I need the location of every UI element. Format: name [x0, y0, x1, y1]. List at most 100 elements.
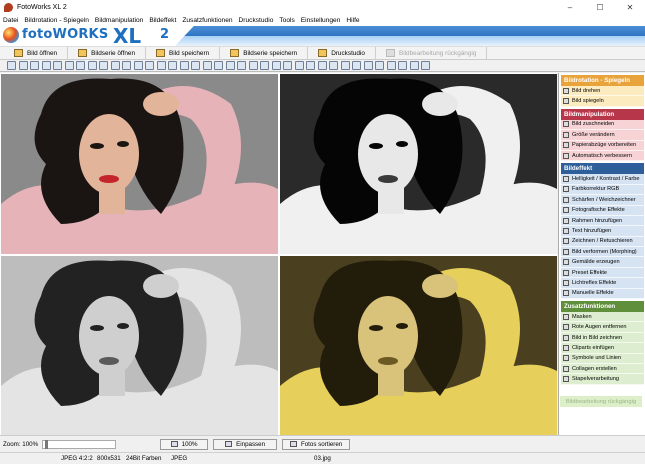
tool-icon[interactable]: [283, 61, 292, 70]
tool-icon[interactable]: [41, 61, 51, 70]
photo-black-white[interactable]: [280, 74, 557, 254]
photo-pink-tint[interactable]: [1, 74, 278, 254]
sidebar-item-label: Rote Augen entfernen: [572, 324, 627, 331]
sidebar-item-label: Preset Effekte: [572, 269, 608, 276]
sidebar-item[interactable]: Farbkorrektur RGB: [561, 184, 644, 196]
save-series-icon: [230, 49, 240, 57]
tool-icon[interactable]: [179, 61, 189, 70]
sidebar-item[interactable]: Größe verändern: [561, 130, 644, 141]
sidebar-item[interactable]: Symbole und Linien: [561, 353, 644, 364]
open-series-button[interactable]: Bildserie öffnen: [68, 47, 147, 59]
close-button[interactable]: ✕: [615, 0, 645, 14]
menu-bildeffekt[interactable]: Bildeffekt: [146, 17, 179, 24]
sidebar-item[interactable]: Bild spiegeln: [561, 96, 644, 107]
tool-icon[interactable]: [133, 61, 143, 70]
tool-icon[interactable]: [156, 61, 166, 70]
folder-icon: [14, 49, 23, 57]
tool-icon[interactable]: [76, 61, 85, 70]
logo-brand-foto: foto: [22, 27, 53, 42]
tool-icon[interactable]: [7, 61, 16, 70]
zoom-slider-thumb[interactable]: [45, 439, 49, 449]
tool-icon[interactable]: [214, 61, 223, 70]
sidebar-item[interactable]: Bild verformen (Morphing): [561, 247, 644, 258]
menu-zusatzfunktionen[interactable]: Zusatzfunktionen: [179, 17, 235, 24]
tool-icon[interactable]: [122, 61, 131, 70]
tool-icon[interactable]: [191, 61, 200, 70]
photo-yellow-tint[interactable]: [280, 256, 557, 436]
sidebar-item[interactable]: Preset Effekte: [561, 267, 644, 279]
sidebar-item[interactable]: Fotografische Effekte: [561, 205, 644, 216]
tool-icon[interactable]: [260, 61, 269, 70]
menu-einstellungen[interactable]: Einstellungen: [298, 17, 344, 24]
sidebar-item[interactable]: Lichtreflex Effekte: [561, 278, 644, 289]
sidebar-item-label: Schärfen / Weichzeichner: [572, 196, 636, 203]
tool-icon[interactable]: [271, 61, 281, 70]
zoom-icon: [170, 441, 178, 447]
save-image-button[interactable]: Bild speichern: [146, 47, 221, 59]
tool-icon[interactable]: [340, 61, 350, 70]
sidebar-item[interactable]: Bild in Bild zeichnen: [561, 332, 644, 344]
sidebar-item[interactable]: Stapelverarbeitung: [561, 374, 644, 385]
minimize-button[interactable]: –: [555, 0, 585, 14]
image-canvas[interactable]: [0, 73, 557, 436]
tool-icon[interactable]: [375, 61, 384, 70]
sidebar-item[interactable]: Automatisch verbessern: [561, 150, 644, 162]
sidebar-item[interactable]: Schärfen / Weichzeichner: [561, 195, 644, 206]
tool-icon[interactable]: [352, 61, 361, 70]
sidebar-item[interactable]: Masken: [561, 312, 644, 323]
tool-icon[interactable]: [225, 61, 235, 70]
tool-icon[interactable]: [145, 61, 154, 70]
tool-icon[interactable]: [363, 61, 373, 70]
tool-icon[interactable]: [64, 61, 74, 70]
zoom-slider[interactable]: [42, 439, 117, 449]
tool-icon[interactable]: [202, 61, 212, 70]
sidebar-item[interactable]: Bild drehen: [561, 86, 644, 97]
zoom-100-button[interactable]: 100%: [160, 438, 209, 450]
menu-tools[interactable]: Tools: [276, 17, 297, 24]
sidebar-undo-button[interactable]: Bildbearbeitung rückgängig: [560, 396, 642, 407]
fit-button[interactable]: Einpassen: [213, 438, 278, 450]
tool-icon[interactable]: [18, 61, 28, 70]
sidebar-item[interactable]: Papierabzüge vorbereiten: [561, 140, 644, 151]
sort-photos-button[interactable]: Fotos sortieren: [282, 438, 351, 450]
tool-icon[interactable]: [110, 61, 120, 70]
tool-icon[interactable]: [306, 61, 315, 70]
menu-druckstudio[interactable]: Druckstudio: [236, 17, 277, 24]
sidebar-item[interactable]: Text hinzufügen: [561, 226, 644, 237]
tool-icon[interactable]: [329, 61, 338, 70]
sidebar-item[interactable]: Rahmen hinzufügen: [561, 215, 644, 227]
save-series-button[interactable]: Bildserie speichern: [220, 47, 309, 59]
tool-icon[interactable]: [294, 61, 304, 70]
tool-icon[interactable]: [237, 61, 246, 70]
sidebar-item[interactable]: Rote Augen entfernen: [561, 322, 644, 333]
tool-icon[interactable]: [99, 61, 108, 70]
tool-icon[interactable]: [30, 61, 39, 70]
open-image-button[interactable]: Bild öffnen: [4, 47, 69, 59]
sidebar-item[interactable]: Helligkeit / Kontrast / Farbe: [561, 174, 644, 185]
sidebar-item-label: Farbkorrektur RGB: [572, 186, 620, 193]
tool-icon[interactable]: [398, 61, 407, 70]
sidebar-item[interactable]: Zeichnen / Retuschieren: [561, 236, 644, 248]
menu-hilfe[interactable]: Hilfe: [343, 17, 362, 24]
maximize-button[interactable]: ☐: [585, 0, 615, 14]
menu-bildrotation[interactable]: Bildrotation - Spiegeln: [21, 17, 92, 24]
sidebar-item[interactable]: Manuelle Effekte: [561, 288, 644, 300]
tool-icon[interactable]: [409, 61, 419, 70]
sidebar-item[interactable]: Cliparts einfügen: [561, 343, 644, 354]
tool-icon[interactable]: [87, 61, 97, 70]
print-studio-button[interactable]: Druckstudio: [308, 47, 376, 59]
sidebar-item[interactable]: Bild zuschneiden: [561, 119, 644, 131]
sidebar-item[interactable]: Gemälde erzeugen: [561, 257, 644, 268]
menu-bildmanipulation[interactable]: Bildmanipulation: [92, 17, 146, 24]
photo-grayscale[interactable]: [1, 256, 278, 436]
tool-icon[interactable]: [168, 61, 177, 70]
tool-icon[interactable]: [386, 61, 396, 70]
sidebar-item[interactable]: Collagen erstellen: [561, 363, 644, 375]
tool-icon[interactable]: [248, 61, 258, 70]
tool-icon[interactable]: [317, 61, 327, 70]
tool-icon[interactable]: [421, 61, 430, 70]
status-filename: 03.jpg: [314, 455, 331, 462]
tool-icon[interactable]: [53, 61, 62, 70]
undo-button[interactable]: Bildbearbeitung rückgängig: [376, 47, 488, 59]
menu-datei[interactable]: Datei: [0, 17, 21, 24]
